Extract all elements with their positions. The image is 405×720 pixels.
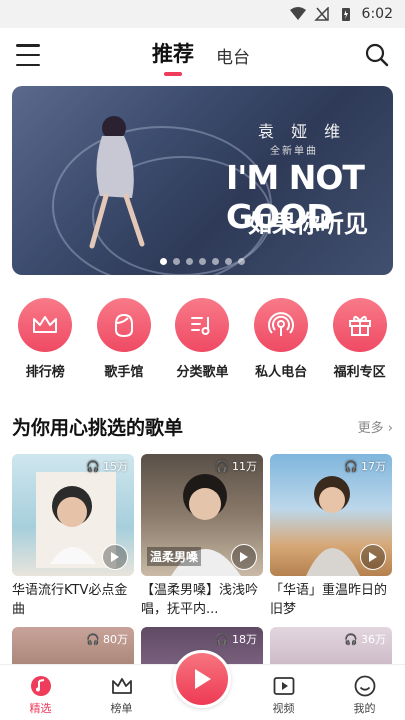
radio-broadcast-icon bbox=[268, 312, 295, 336]
headphones-icon: 🎧 bbox=[86, 632, 100, 646]
nav-video[interactable]: 视频 bbox=[254, 675, 314, 716]
playlist-card[interactable]: 🎧 80万 bbox=[12, 627, 134, 667]
gift-icon bbox=[348, 315, 371, 336]
music-disc-icon bbox=[30, 676, 51, 696]
music-list-icon bbox=[191, 317, 210, 335]
play-icon[interactable] bbox=[231, 544, 257, 570]
banner-subtitle: 全新单曲 bbox=[270, 146, 318, 157]
headphones-icon: 🎧 bbox=[215, 459, 229, 473]
status-bar: 6:02 bbox=[0, 0, 405, 28]
tab-recommend[interactable]: 推荐 bbox=[152, 38, 194, 76]
entry-label: 福利专区 bbox=[333, 365, 386, 380]
entry-label: 分类歌单 bbox=[176, 365, 229, 380]
headphones-icon: 🎧 bbox=[344, 632, 358, 646]
banner-title-cn: 如果你听见 bbox=[248, 210, 368, 238]
banner-dot[interactable] bbox=[173, 258, 180, 265]
playlist-cover: 🎧 15万 bbox=[12, 454, 134, 576]
nav-charts[interactable]: 榜单 bbox=[92, 675, 152, 716]
banner-dot[interactable] bbox=[225, 258, 232, 265]
headphones-icon: 🎧 bbox=[215, 632, 229, 646]
top-nav: 推荐 电台 bbox=[0, 30, 405, 82]
banner-dot[interactable] bbox=[238, 258, 245, 265]
nav-label: 榜单 bbox=[110, 702, 133, 715]
singer-face-icon bbox=[114, 313, 133, 338]
banner-dot[interactable] bbox=[160, 258, 167, 265]
chevron-right-icon: › bbox=[387, 420, 393, 436]
banner-dot[interactable] bbox=[186, 258, 193, 265]
nav-label: 精选 bbox=[29, 702, 52, 715]
play-icon[interactable] bbox=[102, 544, 128, 570]
nav-featured[interactable]: 精选 bbox=[11, 675, 71, 716]
play-count: 🎧 17万 bbox=[344, 459, 386, 474]
top-tabs: 推荐 电台 bbox=[152, 38, 250, 76]
search-icon[interactable] bbox=[365, 43, 389, 67]
playlist-cover: 🎧 80万 bbox=[12, 627, 134, 667]
section-title: 为你用心挑选的歌单 bbox=[12, 416, 184, 439]
entry-charts[interactable]: 排行榜 bbox=[10, 298, 80, 380]
entry-singers[interactable]: 歌手馆 bbox=[89, 298, 159, 380]
playlist-cover: 🎧 36万 bbox=[270, 627, 392, 667]
nav-label: 我的 bbox=[353, 702, 376, 715]
headphones-icon: 🎧 bbox=[344, 459, 358, 473]
playlist-card[interactable]: 🎧 17万 「华语」重温昨日的旧梦 bbox=[270, 454, 392, 619]
playlist-card[interactable]: 🎧 36万 bbox=[270, 627, 392, 667]
playlist-title: 华语流行KTV必点金曲 bbox=[12, 583, 128, 617]
crown-icon bbox=[33, 316, 58, 333]
section-header: 为你用心挑选的歌单 更多 › bbox=[12, 412, 393, 440]
play-count: 🎧 80万 bbox=[86, 632, 128, 647]
play-count: 🎧 18万 bbox=[215, 632, 257, 647]
cover-overlay-text: 温柔男嗓 bbox=[147, 547, 202, 566]
entry-private-radio[interactable]: 私人电台 bbox=[246, 298, 316, 380]
video-icon bbox=[273, 677, 294, 695]
entry-benefits[interactable]: 福利专区 bbox=[325, 298, 395, 380]
banner-artist-image bbox=[89, 116, 145, 249]
playlist-cover: 🎧 17万 bbox=[270, 454, 392, 576]
wifi-icon bbox=[289, 7, 306, 20]
menu-icon[interactable] bbox=[16, 44, 40, 66]
headphones-icon: 🎧 bbox=[86, 459, 100, 473]
nav-label: 视频 bbox=[272, 702, 295, 715]
playlist-card[interactable]: 🎧 15万 华语流行KTV必点金曲 bbox=[12, 454, 134, 619]
banner-artist: 袁 娅 维 bbox=[258, 122, 347, 141]
more-label: 更多 bbox=[357, 420, 384, 436]
crown-icon bbox=[111, 678, 132, 694]
status-time: 6:02 bbox=[361, 6, 393, 22]
playlist-grid: 🎧 15万 华语流行KTV必点金曲 🎧 11万 温柔男嗓 【温柔男嗓】浅浅吟唱，抚平… bbox=[12, 454, 393, 667]
play-icon bbox=[195, 669, 211, 689]
entry-categories[interactable]: 分类歌单 bbox=[167, 298, 237, 380]
play-count: 🎧 36万 bbox=[344, 632, 386, 647]
more-link[interactable]: 更多 › bbox=[358, 417, 393, 436]
banner-dot[interactable] bbox=[212, 258, 219, 265]
banner-pagination bbox=[12, 258, 393, 265]
playlist-card[interactable]: 🎧 11万 温柔男嗓 【温柔男嗓】浅浅吟唱，抚平内... bbox=[141, 454, 263, 619]
play-count: 🎧 15万 bbox=[86, 459, 128, 474]
promo-banner[interactable]: 袁 娅 维 全新单曲 I'M NOT GOOD 如果你听见 bbox=[12, 86, 393, 275]
playlist-title: 【温柔男嗓】浅浅吟唱，抚平内... bbox=[141, 583, 259, 617]
playlist-title: 「华语」重温昨日的旧梦 bbox=[270, 583, 388, 617]
entry-label: 私人电台 bbox=[255, 365, 308, 380]
player-play-button[interactable] bbox=[173, 650, 231, 708]
banner-dot[interactable] bbox=[199, 258, 206, 265]
tab-radio[interactable]: 电台 bbox=[216, 43, 250, 76]
no-signal-icon bbox=[313, 7, 329, 21]
nav-mine[interactable]: 我的 bbox=[335, 675, 395, 716]
play-icon[interactable] bbox=[360, 544, 386, 570]
entry-label: 歌手馆 bbox=[104, 365, 144, 380]
entry-label: 排行榜 bbox=[25, 365, 65, 380]
battery-charging-icon bbox=[341, 8, 350, 21]
smiley-profile-icon bbox=[354, 675, 375, 697]
play-count: 🎧 11万 bbox=[215, 459, 257, 474]
playlist-cover: 🎧 11万 温柔男嗓 bbox=[141, 454, 263, 576]
quick-entries: 排行榜 歌手馆 分类歌单 私人电台 福利专区 bbox=[0, 298, 405, 380]
